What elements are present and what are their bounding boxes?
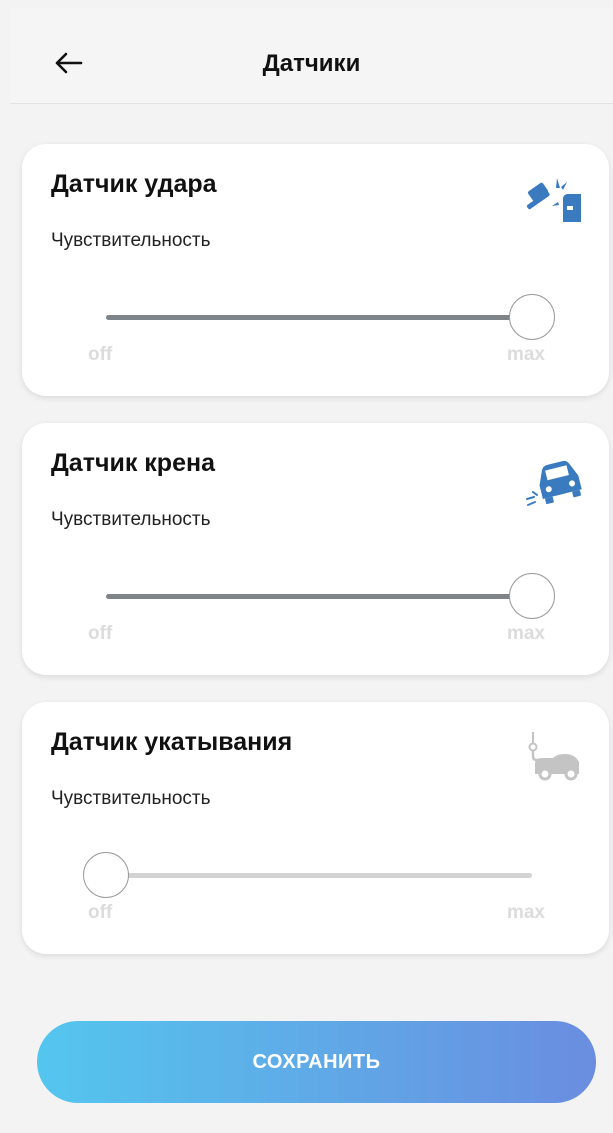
page-title: Датчики	[262, 50, 361, 77]
car-tow-icon	[528, 732, 579, 781]
slider-min-label: off	[88, 902, 113, 923]
slider-max-label: max	[506, 902, 545, 923]
sensor-title: Датчик крена	[51, 449, 215, 477]
sensitivity-label: Чувствительность	[51, 788, 211, 809]
sensitivity-slider[interactable]	[80, 852, 562, 900]
save-button[interactable]: СОХРАНИТЬ	[37, 1021, 596, 1103]
slider-thumb[interactable]	[509, 294, 555, 340]
slider-track	[83, 852, 532, 898]
sensor-card-tilt: Датчик крена Чувствительность off max	[22, 423, 609, 675]
slider-max-label: max	[506, 623, 545, 644]
sensitivity-slider[interactable]	[80, 573, 562, 621]
sensor-title: Датчик укатывания	[51, 728, 293, 756]
sensitivity-label: Чувствительность	[51, 230, 211, 251]
app-header: Датчики	[10, 8, 613, 104]
sensor-card-impact: Датчик удара Чувствительность off max	[22, 144, 609, 396]
car-impact-icon	[526, 178, 581, 222]
sensitivity-slider[interactable]	[80, 294, 562, 342]
slider-min-label: off	[88, 623, 113, 644]
sensitivity-label: Чувствительность	[51, 509, 211, 530]
slider-min-label: off	[88, 344, 113, 365]
car-tilt-icon	[526, 460, 582, 506]
slider-thumb[interactable]	[509, 573, 555, 619]
sensor-card-tow: Датчик укатывания Чувствительность off m…	[22, 702, 609, 954]
slider-track	[106, 573, 555, 619]
slider-max-label: max	[506, 344, 545, 365]
slider-fill	[106, 594, 532, 599]
slider-fill	[106, 315, 532, 320]
sensor-title: Датчик удара	[51, 170, 217, 198]
slider-thumb[interactable]	[83, 852, 129, 898]
slider-track	[106, 294, 555, 340]
